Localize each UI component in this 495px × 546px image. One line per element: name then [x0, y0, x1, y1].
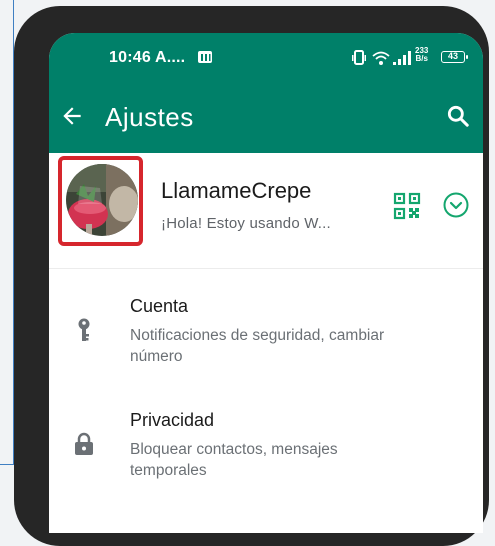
search-icon[interactable]: [445, 103, 471, 129]
profile-name: LlamameCrepe: [161, 178, 312, 203]
settings-item-cuenta[interactable]: Cuenta Notificaciones de seguridad, camb…: [49, 286, 483, 386]
profile-row[interactable]: LlamameCrepe ¡Hola! Estoy usando W...: [49, 153, 483, 269]
key-icon: [78, 318, 90, 341]
wifi-icon: [372, 51, 390, 65]
battery-level: 43: [447, 51, 458, 61]
settings-item-description: Notificaciones de seguridad, cambiar núm…: [130, 327, 385, 365]
profile-status: ¡Hola! Estoy usando W...: [161, 215, 331, 232]
avatar[interactable]: [66, 164, 138, 236]
status-time: 10:46 A....: [109, 49, 186, 66]
page-title: Ajustes: [105, 102, 194, 132]
app-screen: 10:46 A.... 233 B/s 43 Ajustes LlamameCr…: [49, 33, 483, 533]
app-header: 10:46 A.... 233 B/s 43 Ajustes: [49, 33, 483, 153]
battery-icon: 43: [441, 51, 468, 63]
arrow-left-icon[interactable]: [59, 103, 85, 129]
settings-item-privacidad[interactable]: Privacidad Bloquear contactos, mensajes …: [49, 400, 483, 500]
vibrate-icon: [352, 50, 366, 65]
network-speed: 233 B/s: [415, 47, 428, 63]
qr-code-icon[interactable]: [393, 192, 421, 220]
phone-frame: 10:46 A.... 233 B/s 43 Ajustes LlamameCr…: [14, 6, 489, 546]
left-frame-border: [0, 0, 14, 465]
signal-icon: [393, 51, 411, 65]
lock-icon: [75, 432, 93, 455]
app-notification-icon: [198, 51, 212, 63]
settings-item-title: Cuenta: [130, 296, 189, 316]
chevron-circle-down-icon[interactable]: [442, 191, 470, 219]
settings-item-description: Bloquear contactos, mensajes temporales: [130, 441, 338, 479]
avatar-photo: [66, 164, 138, 236]
network-speed-unit: B/s: [415, 54, 428, 63]
settings-item-title: Privacidad: [130, 410, 215, 430]
